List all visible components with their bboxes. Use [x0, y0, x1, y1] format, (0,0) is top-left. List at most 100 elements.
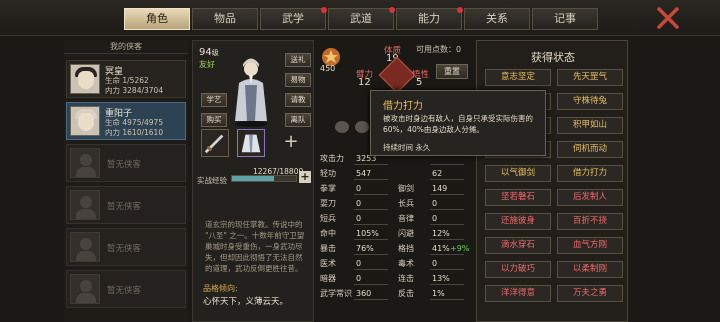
state-badge[interactable]: 伺机而动 [557, 141, 623, 158]
reset-button[interactable]: 重置 [436, 64, 468, 79]
character-list-title: 我的侠客 [64, 40, 188, 54]
leave-button[interactable]: 离队 [285, 113, 311, 127]
state-badge[interactable]: 洋洋得意 [485, 285, 551, 302]
agility-value: 5 [416, 77, 423, 88]
attribute-bonus: +9% [450, 244, 470, 253]
add-exp-plus-icon[interactable]: + [299, 171, 311, 183]
tab-ability[interactable]: 能力 [396, 7, 463, 30]
state-badge[interactable]: 滴水穿石 [485, 237, 551, 254]
attribute-row: 轻功 547 62 [318, 167, 474, 182]
tab-character[interactable]: 角色 [124, 8, 190, 30]
state-badge[interactable]: 坚若磐石 [485, 189, 551, 206]
attribute-label: 武学常识 [320, 289, 352, 298]
attribute-value: 62 [430, 168, 464, 180]
attribute-label: 轻功 [320, 169, 336, 178]
state-panel-title: 获得状态 [531, 51, 575, 64]
attribute-label: 格挡 [398, 244, 414, 253]
tab-martial-way[interactable]: 武道 [328, 7, 395, 30]
state-badge[interactable]: 后发制人 [557, 189, 623, 206]
attribute-value: 76% [354, 243, 388, 255]
attribute-value: 0 [430, 198, 464, 210]
close-icon[interactable] [656, 6, 680, 30]
internal-value: 内力 3284/3704 [105, 86, 164, 95]
character-description: 道玄宗的现任掌教。传说中的 "八圣" 之一。十数年前守卫望巢城时身受重伤，一身武… [205, 220, 305, 273]
attribute-label: 命中 [320, 229, 336, 238]
attributes-panel: 450 体质 19 臂力 12 悟性 5 可用点数：0 重置 攻击力 3253 轻功… [318, 40, 474, 322]
state-badge[interactable]: 血气方刚 [557, 237, 623, 254]
attribute-value: 1% [430, 288, 464, 300]
trade-button[interactable]: 易物 [285, 73, 311, 87]
tooltip-body: 被攻击时身边有敌人，自身只承受实际伤害的60%，40%由身边敌人分摊。 [383, 114, 533, 134]
ask-button[interactable]: 请教 [285, 93, 311, 107]
character-card[interactable]: 冥皇 生命 1/5262 内力 3284/3704 [66, 60, 186, 98]
attribute-row: 拳掌 0 御剑 149 [318, 182, 474, 197]
gift-button[interactable]: 送礼 [285, 53, 311, 67]
character-portrait [235, 58, 267, 127]
trait-value: 心怀天下，义薄云天。 [203, 297, 289, 307]
notification-dot [321, 7, 327, 13]
sword-icon [204, 134, 224, 154]
state-badge[interactable]: 积甲如山 [557, 117, 623, 134]
tab-martial-arts[interactable]: 武学 [260, 7, 327, 30]
empty-slot[interactable]: 暂无侠客 [66, 144, 186, 182]
empty-slot-label: 暂无侠客 [107, 160, 142, 170]
attribute-value: 360 [354, 288, 388, 300]
attribute-label: 长兵 [398, 199, 414, 208]
state-tooltip: 借力打力 被攻击时身边有敌人，自身只承受实际伤害的60%，40%由身边敌人分摊。… [370, 90, 546, 156]
attribute-label: 攻击力 [320, 154, 344, 163]
attribute-row: 医术 0 毒术 0 [318, 257, 474, 272]
attribute-label: 耍刀 [320, 199, 336, 208]
armor-slot[interactable] [237, 129, 265, 157]
attribute-label: 连击 [398, 274, 414, 283]
attribute-value: 0 [354, 258, 388, 270]
available-points: 可用点数：0 [416, 45, 462, 54]
state-badge[interactable]: 意志坚定 [485, 69, 551, 86]
silhouette-icon [70, 148, 100, 178]
tab-journal[interactable]: 记事 [532, 8, 598, 30]
attribute-value: 12% [430, 228, 464, 240]
empty-slot-label: 暂无侠客 [107, 202, 142, 212]
learn-button[interactable]: 学艺 [201, 93, 227, 107]
state-badge[interactable]: 守株待兔 [557, 93, 623, 110]
state-badge[interactable]: 以力破巧 [485, 261, 551, 278]
state-badge[interactable]: 以气御剑 [485, 165, 551, 182]
attribute-value: 547 [354, 168, 388, 180]
character-card-selected[interactable]: 重阳子 生命 4975/4975 内力 1610/1610 [66, 102, 186, 140]
level-display: 94级 [199, 47, 219, 58]
attribute-value: 149 [430, 183, 464, 195]
empty-slot[interactable]: 暂无侠客 [66, 270, 186, 308]
empty-slot-label: 暂无侠客 [107, 286, 142, 296]
attribute-row: 短兵 0 音律 0 [318, 212, 474, 227]
attribute-label: 毒术 [398, 259, 414, 268]
mood-label: 友好 [199, 60, 215, 69]
state-badge[interactable]: 先天罡气 [557, 69, 623, 86]
state-badge[interactable]: 万夫之勇 [557, 285, 623, 302]
character-list-panel: 我的侠客 冥皇 生命 1/5262 内力 3284/3704 重阳子 生命 49… [64, 40, 188, 322]
state-badge[interactable]: 借力打力 [557, 165, 623, 182]
notification-dot [389, 7, 395, 13]
attribute-label: 医术 [320, 259, 336, 268]
exp-label: 实战经验 [197, 176, 227, 185]
attribute-label: 音律 [398, 214, 414, 223]
state-badge[interactable]: 以柔制刚 [557, 261, 623, 278]
add-slot-plus-icon[interactable]: + [277, 129, 305, 157]
state-panel: 获得状态 意志坚定先天罡气虫机静骰守株待兔积甲如山浩然正气伺机而动以气御剑借力打… [476, 40, 628, 322]
state-badge[interactable]: 百折不挠 [557, 213, 623, 230]
empty-slot[interactable]: 暂无侠客 [66, 186, 186, 224]
exp-bar [231, 175, 297, 182]
tab-items[interactable]: 物品 [192, 8, 258, 30]
buy-button[interactable]: 购买 [201, 113, 227, 127]
attribute-label: 短兵 [320, 214, 336, 223]
silhouette-icon [70, 274, 100, 304]
avatar [70, 106, 100, 136]
tooltip-title: 借力打力 [383, 101, 423, 112]
attribute-diamond [378, 56, 416, 94]
silhouette-icon [70, 190, 100, 220]
character-detail-panel: 94级 友好 送礼 易物 学艺 请教 购买 离队 + 12267/18800 实… [192, 40, 314, 322]
attribute-value: 0 [430, 213, 464, 225]
tab-relations[interactable]: 关系 [464, 8, 530, 30]
notification-dot [457, 7, 463, 13]
empty-slot[interactable]: 暂无侠客 [66, 228, 186, 266]
state-badge[interactable]: 还施彼身 [485, 213, 551, 230]
weapon-slot[interactable] [201, 129, 229, 157]
